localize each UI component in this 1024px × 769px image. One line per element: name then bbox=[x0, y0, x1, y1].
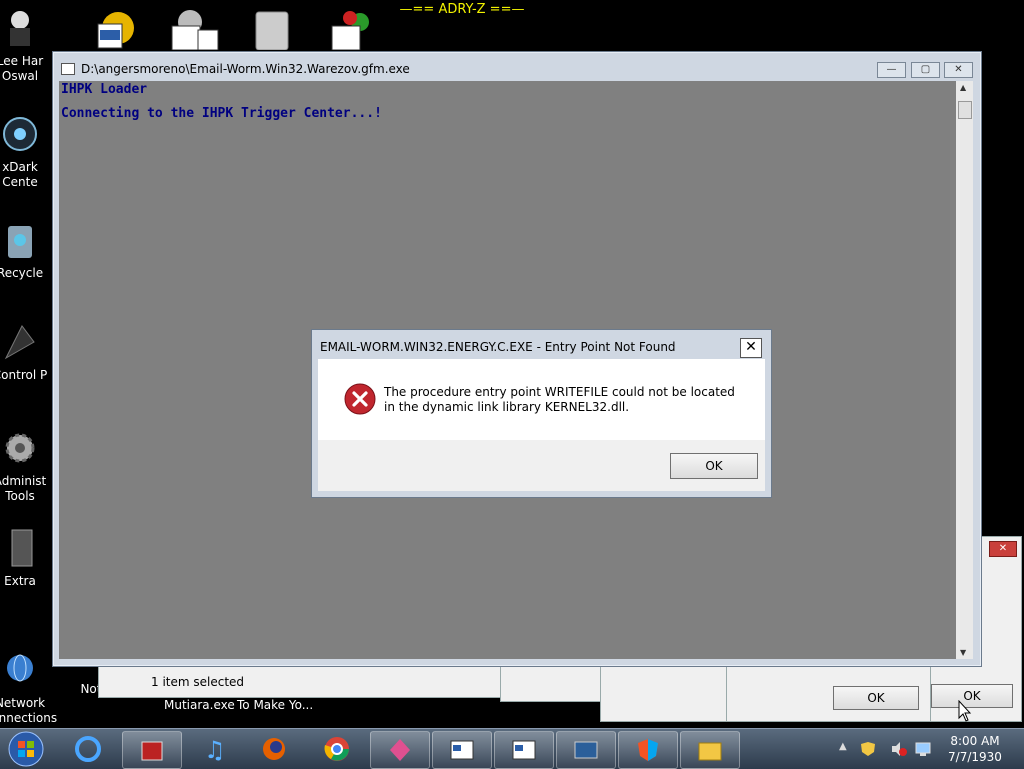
console-window-icon bbox=[61, 63, 75, 75]
background-dialog-close-button[interactable]: ✕ bbox=[989, 541, 1017, 557]
music-note-icon[interactable]: ♫ bbox=[200, 736, 228, 762]
entry-point-error-dialog[interactable]: EMAIL-WORM.WIN32.ENERGY.C.EXE - Entry Po… bbox=[311, 329, 772, 498]
taskbar-folder-button[interactable] bbox=[680, 731, 740, 769]
dialog-ok-button[interactable]: OK bbox=[670, 453, 758, 479]
taskbar-monitor-button[interactable] bbox=[556, 731, 616, 769]
shield-icon bbox=[638, 739, 658, 761]
clock-date: 7/7/1930 bbox=[948, 750, 1002, 764]
scroll-down-arrow-icon[interactable]: ▼ bbox=[960, 648, 966, 657]
taskbar-star-app-button[interactable] bbox=[370, 731, 430, 769]
scroll-up-arrow-icon[interactable]: ▲ bbox=[960, 83, 966, 92]
dialog-message: The procedure entry point WRITEFILE coul… bbox=[384, 385, 735, 414]
background-dialog-1: OK bbox=[726, 664, 932, 722]
control-panel-icon bbox=[4, 325, 35, 360]
desktop-banner: —== ADRY-Z ==— bbox=[399, 2, 525, 17]
star-app-icon bbox=[390, 739, 410, 761]
firefox-icon[interactable] bbox=[260, 736, 288, 762]
background-ok-button-1[interactable]: OK bbox=[833, 686, 919, 710]
console-line-loader: IHPK Loader bbox=[61, 82, 148, 97]
folder-icon bbox=[698, 742, 722, 761]
window-app-icon bbox=[450, 740, 474, 760]
minimize-button[interactable]: — bbox=[877, 62, 906, 78]
dialog-title: EMAIL-WORM.WIN32.ENERGY.C.EXE - Entry Po… bbox=[320, 340, 676, 354]
error-icon bbox=[344, 383, 376, 415]
console-vertical-scrollbar[interactable]: ▲ ▼ bbox=[956, 81, 973, 659]
taskbar-window-app-button[interactable] bbox=[432, 731, 492, 769]
folder-dark-icon bbox=[11, 529, 33, 567]
background-ok-button-2[interactable]: OK bbox=[931, 684, 1013, 708]
explorer-status-text: 1 item selected bbox=[151, 675, 245, 689]
dialog-body: The procedure entry point WRITEFILE coul… bbox=[318, 359, 765, 440]
xdark-icon bbox=[3, 117, 37, 151]
gear-icon bbox=[5, 433, 35, 463]
chrome-icon[interactable] bbox=[322, 735, 352, 763]
clock-time: 8:00 AM bbox=[950, 734, 1000, 748]
show-hidden-icons-arrow-icon[interactable]: ▲ bbox=[839, 741, 847, 752]
console-line-connecting: Connecting to the IHPK Trigger Center...… bbox=[61, 106, 382, 121]
tray-volume-muted-icon[interactable] bbox=[890, 741, 908, 757]
system-clock[interactable]: 8:00 AM 7/7/1930 bbox=[940, 733, 1010, 765]
internet-explorer-icon[interactable] bbox=[74, 736, 102, 762]
close-button[interactable]: ✕ bbox=[944, 62, 973, 78]
recycle-bin-icon bbox=[8, 226, 32, 258]
mouse-cursor-icon bbox=[958, 700, 972, 722]
dialog-close-button[interactable]: ✕ bbox=[740, 338, 762, 358]
taskbar-window-app-button-2[interactable] bbox=[494, 731, 554, 769]
dialog-footer: OK bbox=[318, 440, 765, 491]
window-app-icon-2 bbox=[512, 740, 536, 760]
archive-icon bbox=[141, 741, 163, 761]
background-explorer-window: 1 item selected bbox=[98, 664, 502, 698]
desktop-app-icon-2[interactable] bbox=[170, 8, 220, 51]
desktop-app-icon-3[interactable] bbox=[330, 8, 374, 51]
background-window-fragment-2 bbox=[600, 664, 728, 722]
background-window-fragment bbox=[500, 664, 602, 702]
taskbar-shield-button[interactable] bbox=[618, 731, 678, 769]
console-title-bar[interactable]: D:\angersmoreno\Email-Worm.Win32.Warezov… bbox=[53, 52, 981, 80]
desktop-label-mutiara[interactable]: Mutiara.exe bbox=[164, 698, 235, 712]
network-globe-icon bbox=[7, 654, 33, 682]
svg-text:♫: ♫ bbox=[204, 736, 226, 762]
taskbar: ♫ ▲ 8:00 AM 7/7/1930 bbox=[0, 728, 1024, 769]
tray-shield-icon[interactable] bbox=[860, 741, 876, 757]
maximize-button[interactable]: ▢ bbox=[911, 62, 940, 78]
monitor-icon bbox=[574, 741, 598, 759]
desktop-label-to-make[interactable]: To Make Yo... bbox=[237, 698, 313, 712]
scrollbar-thumb[interactable] bbox=[958, 101, 972, 119]
taskbar-archive-button[interactable] bbox=[122, 731, 182, 769]
character-icon bbox=[10, 11, 30, 46]
console-window-title: D:\angersmoreno\Email-Worm.Win32.Warezov… bbox=[81, 62, 410, 76]
desktop-app-icon-1[interactable] bbox=[96, 8, 136, 50]
desktop-file-icon[interactable] bbox=[252, 8, 292, 51]
windows-start-icon[interactable] bbox=[6, 730, 46, 768]
tray-network-icon[interactable] bbox=[914, 741, 932, 757]
